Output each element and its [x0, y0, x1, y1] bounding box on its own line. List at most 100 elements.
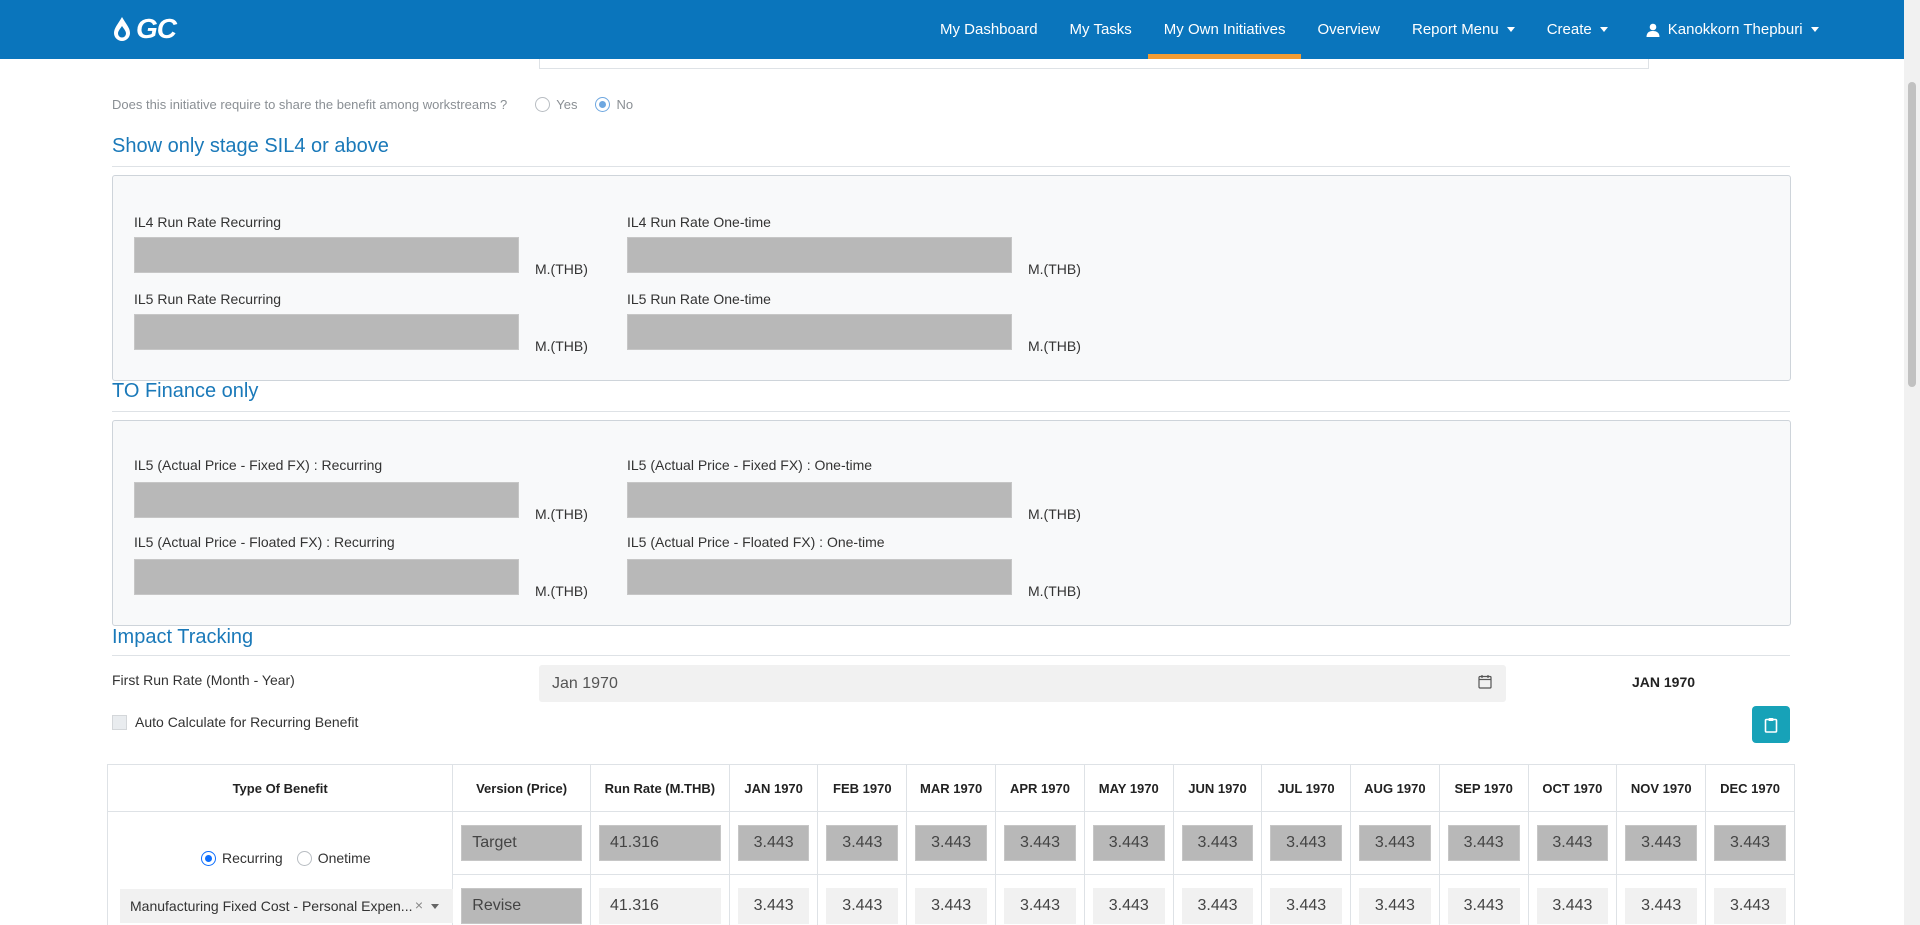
calendar-icon[interactable] [1478, 674, 1492, 689]
version-value: Revise [461, 888, 582, 924]
clear-icon[interactable]: × [415, 897, 423, 913]
header-month: MAR 1970 [906, 764, 997, 812]
radio-no-control[interactable] [595, 97, 611, 112]
nav-my-dashboard[interactable]: My Dashboard [924, 0, 1054, 59]
month-input[interactable]: 3.443 [1181, 888, 1254, 924]
month-input[interactable]: 3.443 [1358, 888, 1431, 924]
user-name: Kanokkorn Thepburi [1667, 21, 1803, 38]
month-input[interactable]: 3.443 [1536, 888, 1609, 924]
table-header-row: Type Of Benefit Version (Price) Run Rate… [107, 764, 1795, 812]
scrollbar-thumb[interactable] [1908, 82, 1916, 387]
unit-label: M.(THB) [1028, 583, 1081, 599]
clipboard-button[interactable] [1752, 706, 1790, 743]
radio-no[interactable]: No [595, 97, 633, 112]
header-month: MAY 1970 [1083, 764, 1174, 812]
month-value: 3.443 [1092, 825, 1165, 861]
radio-yes[interactable]: Yes [535, 97, 577, 112]
caret-down-icon [1506, 27, 1515, 32]
nav-my-tasks[interactable]: My Tasks [1054, 0, 1148, 59]
auto-calc-checkbox[interactable] [112, 714, 127, 730]
header-month: AUG 1970 [1349, 764, 1440, 812]
month-input[interactable]: 3.443 [1092, 888, 1165, 924]
divider [112, 166, 1790, 167]
fixed-fx-onetime-label: IL5 (Actual Price - Fixed FX) : One-time [627, 457, 873, 473]
floated-fx-onetime-field [627, 559, 1012, 595]
benefit-table: Type Of Benefit Version (Price) Run Rate… [107, 764, 1795, 925]
il5-recurring-label: IL5 Run Rate Recurring [134, 291, 282, 307]
nav-my-own-initiatives[interactable]: My Own Initiatives [1147, 0, 1302, 59]
finance-panel: IL5 (Actual Price - Fixed FX) : Recurrin… [112, 420, 1791, 626]
month-value: 3.443 [737, 825, 810, 861]
first-run-rate-input[interactable]: Jan 1970 [539, 665, 1506, 702]
benefit-table-container[interactable]: Type Of Benefit Version (Price) Run Rate… [107, 764, 1795, 925]
radio-onetime-control[interactable] [296, 850, 312, 866]
floated-fx-recurring-label: IL5 (Actual Price - Floated FX) : Recurr… [134, 534, 395, 550]
impact-tracking-title: Impact Tracking [112, 626, 254, 648]
run-rate-cell: 41.316 [589, 874, 730, 925]
header-type-of-benefit: Type Of Benefit [107, 764, 454, 812]
fixed-fx-onetime-field [627, 482, 1012, 518]
radio-yes-control[interactable] [535, 97, 551, 112]
chevron-down-icon[interactable] [431, 904, 439, 909]
il4-onetime-field [627, 237, 1012, 273]
month-input[interactable]: 3.443 [1004, 888, 1076, 924]
month-input[interactable]: 3.443 [1714, 888, 1786, 924]
header-month: JUN 1970 [1172, 764, 1263, 812]
unit-label: M.(THB) [535, 261, 588, 277]
gc-logo[interactable]: GC [112, 13, 177, 44]
auto-calc-label: Auto Calculate for Recurring Benefit [135, 714, 359, 730]
unit-label: M.(THB) [1028, 338, 1081, 354]
divider [112, 655, 1790, 656]
nav-user-menu[interactable]: Kanokkorn Thepburi [1624, 0, 1835, 59]
version-cell: Target [452, 811, 591, 875]
month-input[interactable]: 3.443 [1270, 888, 1342, 924]
header-month: APR 1970 [995, 764, 1085, 812]
month-value: 3.443 [826, 825, 899, 861]
il5-onetime-label: IL5 Run Rate One-time [627, 291, 771, 307]
month-input[interactable]: 3.443 [826, 888, 899, 924]
month-input[interactable]: 3.443 [737, 888, 810, 924]
type-of-benefit-cell: Recurring Onetime Manufacturing Fixed Co… [107, 811, 454, 925]
first-run-rate-display: JAN 1970 [1632, 674, 1696, 690]
page-scrollbar[interactable] [1904, 0, 1920, 925]
version-cell: Revise [452, 874, 591, 925]
share-benefit-question: Does this initiative require to share th… [112, 97, 633, 112]
auto-calc-row: Auto Calculate for Recurring Benefit [112, 714, 358, 730]
logo-text: GC [136, 13, 177, 44]
floated-fx-recurring-field [134, 559, 519, 595]
unit-label: M.(THB) [1028, 506, 1081, 522]
radio-onetime-label: Onetime [317, 850, 371, 866]
month-input[interactable]: 3.443 [915, 888, 988, 924]
unit-label: M.(THB) [535, 338, 588, 354]
benefit-category-select[interactable]: Manufacturing Fixed Cost - Personal Expe… [120, 889, 453, 923]
finance-section-title: TO Finance only [112, 380, 259, 402]
fixed-fx-recurring-label: IL5 (Actual Price - Fixed FX) : Recurrin… [134, 457, 383, 473]
il4-recurring-field [134, 237, 519, 273]
nav-menu: My Dashboard My Tasks My Own Initiatives… [924, 0, 1835, 59]
il4-recurring-label: IL4 Run Rate Recurring [134, 214, 282, 230]
radio-recurring-label: Recurring [222, 850, 283, 866]
month-value: 3.443 [1625, 825, 1698, 861]
month-value: 3.443 [1447, 825, 1520, 861]
radio-recurring[interactable]: Recurring [201, 850, 283, 866]
fixed-fx-recurring-field [134, 482, 519, 518]
nav-create[interactable]: Create [1531, 0, 1624, 59]
month-input[interactable]: 3.443 [1447, 888, 1520, 924]
month-value: 3.443 [1004, 825, 1076, 861]
month-input[interactable]: 3.443 [1625, 888, 1698, 924]
divider [112, 411, 1790, 412]
question-label: Does this initiative require to share th… [112, 97, 508, 112]
unit-label: M.(THB) [535, 506, 588, 522]
first-run-rate-label: First Run Rate (Month - Year) [112, 672, 295, 688]
header-month: JAN 1970 [728, 764, 819, 812]
header-version: Version (Price) [452, 764, 591, 812]
nav-report-menu[interactable]: Report Menu [1396, 0, 1531, 59]
run-rate-input[interactable]: 41.316 [598, 888, 721, 924]
header-run-rate: Run Rate (M.THB) [589, 764, 730, 812]
radio-onetime[interactable]: Onetime [296, 850, 371, 866]
radio-recurring-control[interactable] [201, 850, 216, 866]
nav-overview[interactable]: Overview [1301, 0, 1396, 59]
month-value: 3.443 [915, 825, 988, 861]
il4-onetime-label: IL4 Run Rate One-time [627, 214, 771, 230]
unit-label: M.(THB) [1028, 261, 1081, 277]
